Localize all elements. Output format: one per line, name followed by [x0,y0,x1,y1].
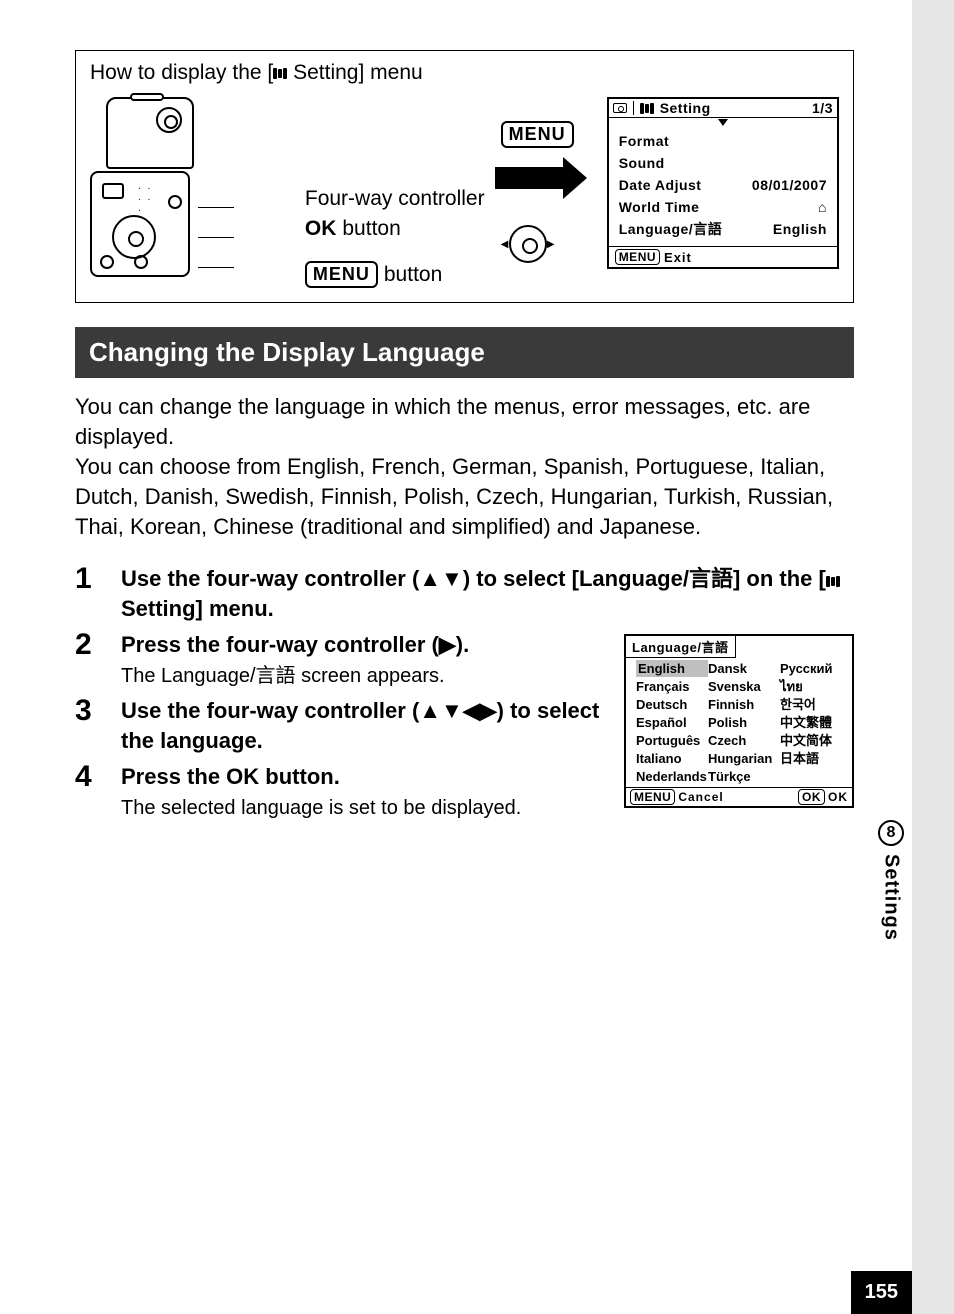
lang-japanese: 日本語 [780,750,844,767]
howto-diagram: How to display the [ Setting] menu ∙ ∙∙ … [75,50,854,303]
step-2: 2 Press the four-way controller (▶). The… [75,630,606,690]
step-4-title: Press the OK button. [121,762,606,792]
step-1-num: 1 [75,564,103,624]
arrow-icon [495,167,565,189]
step-4-num: 4 [75,762,103,822]
s4ok: OK [226,764,259,789]
intro-p2: You can choose from English, French, Ger… [75,454,833,539]
lang-portugues: Português [636,732,708,749]
intro-text: You can change the language in which the… [75,392,854,542]
diag-title-suffix: Setting] menu [287,61,422,84]
step-2-num: 2 [75,630,103,690]
footer-menu-badge: MENU [615,249,660,265]
lang-header: Language/言語 [626,636,736,658]
s4a: Press the [121,764,226,789]
lang-korean: 한국어 [780,696,844,713]
step-4-sub: The selected language is set to be displ… [121,794,606,822]
menu-date-adjust: Date Adjust [619,174,702,196]
s1a: Use the four-way controller (▲▼) to sele… [121,566,689,591]
lang-menu-badge: MENU [630,789,675,805]
lang-italiano: Italiano [636,750,708,767]
lang-turkce: Türkçe [708,768,780,785]
step-4: 4 Press the OK button. The selected lang… [75,762,606,822]
tool-icon [640,103,654,114]
lang-espanol: Español [636,714,708,731]
step-2-title: Press the four-way controller (▶). [121,630,606,660]
ok-glyph: OK [305,217,337,241]
menu-date-value: 08/01/2007 [752,174,827,196]
footer-exit: Exit [664,250,692,265]
s4b: button. [259,764,340,789]
lang-chinese-trad: 中文繁體 [780,714,844,731]
lang-empty [780,768,844,785]
camera-illustration: ∙ ∙∙ ∙∙ [90,97,192,277]
intro-p1: You can change the language in which the… [75,394,810,449]
camera-tab-icon [613,103,627,113]
chapter-number: 8 [878,820,904,846]
lang-thai: ไทย [780,678,844,695]
setting-menu-screen: Setting 1/3 Format Sound Date Adjust 08/0… [607,97,839,269]
lead-lines [202,97,295,287]
tool-icon [826,576,840,587]
diag-title-prefix: How to display the [ [90,61,273,84]
menu-sound: Sound [619,152,665,174]
ok-button-label: button [342,217,400,241]
step-3-num: 3 [75,696,103,756]
step-3: 3 Use the four-way controller (▲▼◀▶) to … [75,696,606,756]
lang-polish: Polish [708,714,780,731]
chapter-label: Settings [880,854,903,941]
menu-world-time: World Time [619,196,700,218]
section-heading: Changing the Display Language [75,327,854,378]
page-indicator: 1/3 [812,100,833,116]
lang-chinese-simp: 中文简体 [780,732,844,749]
lang-ok: OK [828,790,848,804]
diagram-title: How to display the [ Setting] menu [90,61,839,85]
s1c: Setting] menu. [121,596,274,621]
menu-button-label: button [384,263,442,287]
chapter-tab: 8 Settings [870,820,912,941]
lang-czech: Czech [708,732,780,749]
lang-nederlands: Nederlands [636,768,708,785]
menu-badge-top: MENU [501,121,574,148]
step-3-title: Use the four-way controller (▲▼◀▶) to se… [121,696,606,756]
page-number: 155 [851,1271,912,1314]
menu-language: Language/言語 [619,218,723,240]
tool-icon [273,68,287,79]
home-icon: ⌂ [818,196,827,218]
menu-format: Format [619,130,669,152]
language-grid: English Dansk Русский Français Svenska ไ… [626,658,852,787]
menu-glyph-badge: MENU [305,261,378,288]
step-2-sub: The Language/言語 screen appears. [121,662,606,690]
lang-hungarian: Hungarian [708,750,780,767]
step-1-title: Use the four-way controller (▲▼) to sele… [121,564,854,624]
lang-finnish: Finnish [708,696,780,713]
camera-labels: Four-way controller OK button MENU butto… [305,187,485,288]
menu-language-value: English [773,218,827,240]
lang-svenska: Svenska [708,678,780,695]
dial-icon: ◀▶ [509,225,547,263]
controller-label: Four-way controller [305,187,485,211]
step-1: 1 Use the four-way controller (▲▼) to se… [75,564,854,624]
language-screen: Language/言語 English Dansk Русский França… [624,634,854,808]
lang-english: English [636,660,708,677]
lang-cancel: Cancel [678,790,723,804]
s1b: 言語] on the [ [689,566,826,591]
lang-ok-badge: OK [798,789,825,805]
lang-deutsch: Deutsch [636,696,708,713]
scroll-down-icon [718,119,728,126]
lang-russian: Русский [780,660,844,677]
setting-title: Setting [660,100,711,116]
lang-francais: Français [636,678,708,695]
lang-dansk: Dansk [708,660,780,677]
